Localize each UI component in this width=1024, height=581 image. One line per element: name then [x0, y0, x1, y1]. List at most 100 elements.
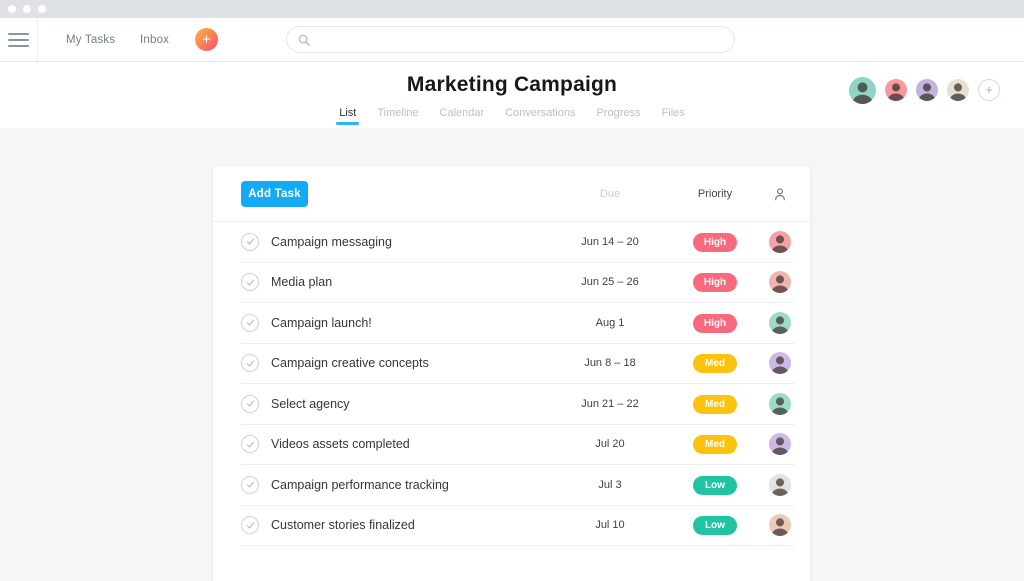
task-row[interactable]: Campaign launch! Aug 1 High — [241, 303, 794, 344]
window-control-dot[interactable] — [8, 5, 16, 13]
avatar-silhouette — [769, 433, 791, 455]
task-due-date[interactable]: Jun 25 – 26 — [555, 276, 665, 288]
assignee-avatar[interactable] — [769, 312, 791, 334]
tab-list[interactable]: List — [339, 107, 356, 125]
task-list-header: Add Task Due Priority — [213, 166, 810, 222]
complete-check-icon[interactable] — [241, 516, 259, 534]
priority-badge[interactable]: High — [693, 273, 737, 292]
task-assignee-cell — [765, 514, 794, 536]
column-header-priority[interactable]: Priority — [665, 188, 765, 200]
assignee-avatar[interactable] — [769, 231, 791, 253]
complete-check-icon[interactable] — [241, 273, 259, 291]
task-due-date[interactable]: Jun 21 – 22 — [555, 398, 665, 410]
priority-badge[interactable]: High — [693, 314, 737, 333]
complete-check-icon[interactable] — [241, 476, 259, 494]
task-row[interactable]: Select agency Jun 21 – 22 Med — [241, 384, 794, 425]
add-member-button[interactable]: + — [978, 79, 1000, 101]
tab-calendar[interactable]: Calendar — [440, 107, 485, 125]
member-avatar[interactable] — [916, 79, 938, 101]
task-assignee-cell — [765, 231, 794, 253]
column-header-assignee[interactable] — [765, 186, 794, 202]
task-due-date[interactable]: Jul 20 — [555, 438, 665, 450]
priority-badge[interactable]: Low — [693, 476, 737, 495]
avatar-silhouette — [769, 271, 791, 293]
task-due-date[interactable]: Aug 1 — [555, 317, 665, 329]
task-assignee-cell — [765, 393, 794, 415]
member-avatar[interactable] — [849, 77, 876, 104]
assignee-avatar[interactable] — [769, 393, 791, 415]
project-members: + — [849, 75, 1000, 105]
priority-badge[interactable]: Low — [693, 516, 737, 535]
task-assignee-cell — [765, 352, 794, 374]
priority-badge[interactable]: Med — [693, 354, 737, 373]
task-row[interactable]: Videos assets completed Jul 20 Med — [241, 425, 794, 466]
avatar-silhouette — [916, 79, 938, 101]
assignee-avatar[interactable] — [769, 514, 791, 536]
task-name[interactable]: Videos assets completed — [271, 437, 555, 451]
column-header-due[interactable]: Due — [555, 188, 665, 200]
assignee-avatar[interactable] — [769, 271, 791, 293]
task-priority-cell: High — [665, 272, 765, 292]
hamburger-icon — [8, 29, 29, 51]
task-due-date[interactable]: Jun 8 – 18 — [555, 357, 665, 369]
complete-check-icon[interactable] — [241, 354, 259, 372]
assignee-avatar[interactable] — [769, 474, 791, 496]
task-priority-cell: Med — [665, 394, 765, 414]
task-priority-cell: Med — [665, 353, 765, 373]
task-assignee-cell — [765, 433, 794, 455]
task-due-date[interactable]: Jul 3 — [555, 479, 665, 491]
avatar-silhouette — [769, 514, 791, 536]
task-name[interactable]: Campaign creative concepts — [271, 356, 555, 370]
task-priority-cell: High — [665, 313, 765, 333]
assignee-avatar[interactable] — [769, 352, 791, 374]
priority-badge[interactable]: High — [693, 233, 737, 252]
tab-progress[interactable]: Progress — [597, 107, 641, 125]
avatar-silhouette — [769, 312, 791, 334]
task-name[interactable]: Campaign messaging — [271, 235, 555, 249]
assignee-avatar[interactable] — [769, 433, 791, 455]
task-name[interactable]: Campaign launch! — [271, 316, 555, 330]
tab-files[interactable]: Files — [662, 107, 685, 125]
search-bar[interactable] — [286, 26, 735, 53]
priority-badge[interactable]: Med — [693, 435, 737, 454]
nav-my-tasks[interactable]: My Tasks — [66, 18, 115, 61]
task-due-date[interactable]: Jul 10 — [555, 519, 665, 531]
task-row[interactable]: Campaign creative concepts Jun 8 – 18 Me… — [241, 344, 794, 385]
complete-check-icon[interactable] — [241, 233, 259, 251]
complete-check-icon[interactable] — [241, 435, 259, 453]
tab-timeline[interactable]: Timeline — [377, 107, 418, 125]
window-control-dot[interactable] — [38, 5, 46, 13]
task-name[interactable]: Media plan — [271, 275, 555, 289]
task-assignee-cell — [765, 312, 794, 334]
window-titlebar — [0, 0, 1024, 18]
priority-badge[interactable]: Med — [693, 395, 737, 414]
task-name[interactable]: Select agency — [271, 397, 555, 411]
avatar-silhouette — [769, 474, 791, 496]
task-row[interactable]: Media plan Jun 25 – 26 High — [241, 263, 794, 304]
top-toolbar: My Tasks Inbox + — [0, 18, 1024, 62]
nav-inbox[interactable]: Inbox — [140, 18, 169, 61]
complete-check-icon[interactable] — [241, 395, 259, 413]
sidebar-toggle-button[interactable] — [0, 18, 38, 61]
member-avatar[interactable] — [947, 79, 969, 101]
task-row[interactable]: Campaign messaging Jun 14 – 20 High — [241, 222, 794, 263]
task-priority-cell: Low — [665, 515, 765, 535]
task-row[interactable]: Campaign performance tracking Jul 3 Low — [241, 465, 794, 506]
avatar-silhouette — [947, 79, 969, 101]
task-assignee-cell — [765, 271, 794, 293]
member-avatar[interactable] — [885, 79, 907, 101]
task-priority-cell: High — [665, 232, 765, 252]
task-row[interactable]: Customer stories finalized Jul 10 Low — [241, 506, 794, 547]
window-control-dot[interactable] — [23, 5, 31, 13]
tab-conversations[interactable]: Conversations — [505, 107, 575, 125]
avatar-silhouette — [769, 393, 791, 415]
task-name[interactable]: Customer stories finalized — [271, 518, 555, 532]
quick-add-button[interactable]: + — [195, 28, 218, 51]
task-rows: Campaign messaging Jun 14 – 20 High Medi… — [213, 222, 810, 546]
task-due-date[interactable]: Jun 14 – 20 — [555, 236, 665, 248]
complete-check-icon[interactable] — [241, 314, 259, 332]
add-task-button[interactable]: Add Task — [241, 181, 308, 207]
task-priority-cell: Med — [665, 434, 765, 454]
task-name[interactable]: Campaign performance tracking — [271, 478, 555, 492]
search-input[interactable] — [319, 33, 724, 47]
